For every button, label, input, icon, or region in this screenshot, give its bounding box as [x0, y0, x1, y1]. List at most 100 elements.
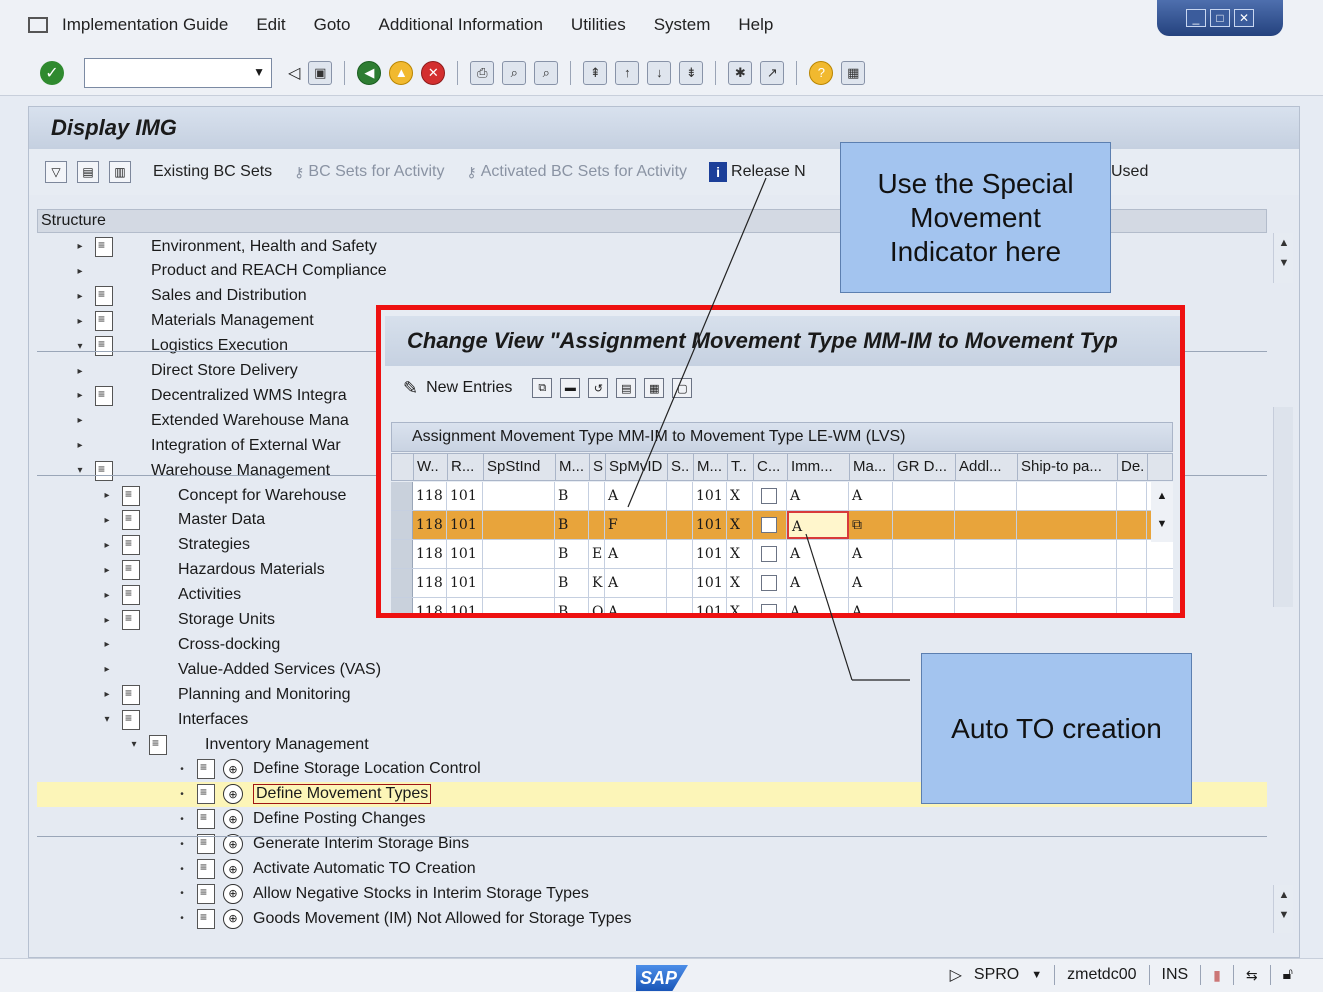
table-cell[interactable]: [667, 511, 693, 539]
minimize-icon[interactable]: _: [1186, 9, 1206, 27]
row-selector[interactable]: [391, 482, 413, 510]
checkbox[interactable]: [761, 517, 777, 533]
tree-node-label[interactable]: Direct Store Delivery: [151, 362, 298, 380]
table-cell[interactable]: E: [589, 540, 605, 568]
documentation-icon[interactable]: [122, 485, 140, 506]
tree-node-label[interactable]: Allow Negative Stocks in Interim Storage…: [253, 885, 589, 903]
table-cell[interactable]: B: [555, 540, 589, 568]
documentation-icon[interactable]: [122, 684, 140, 705]
table-cell[interactable]: [753, 569, 787, 597]
menu-edit[interactable]: Edit: [256, 15, 285, 35]
table-cell[interactable]: 101: [447, 598, 483, 613]
table-cell[interactable]: A: [849, 540, 893, 568]
table-cell[interactable]: 101: [693, 540, 727, 568]
tree-node-label[interactable]: Activate Automatic TO Creation: [253, 860, 476, 878]
documentation-icon[interactable]: [149, 734, 167, 755]
tree-node-label[interactable]: Define Posting Changes: [253, 810, 426, 828]
table-cell[interactable]: X: [727, 598, 753, 613]
table-cell[interactable]: A: [787, 598, 849, 613]
execute-activity-icon[interactable]: ⊕: [223, 834, 243, 855]
tree-node-label[interactable]: Inventory Management: [205, 736, 369, 754]
tree-node-label[interactable]: Interfaces: [178, 711, 248, 729]
table-cell[interactable]: [483, 598, 555, 613]
value-help-icon[interactable]: ⧉: [852, 517, 862, 533]
table-cell[interactable]: 101: [447, 482, 483, 510]
table-cell[interactable]: 118: [413, 598, 447, 613]
documentation-icon[interactable]: [122, 535, 140, 556]
table-cell[interactable]: O: [589, 598, 605, 613]
tree-node-label[interactable]: Warehouse Management: [151, 462, 330, 480]
expand-icon[interactable]: ▸: [75, 266, 85, 277]
scroll-up-icon[interactable]: ▲: [1274, 233, 1294, 253]
find-next-icon[interactable]: ⌕: [534, 60, 559, 85]
documentation-icon[interactable]: [95, 336, 113, 357]
table-row[interactable]: 118 101 B E A 101 X A A: [391, 540, 1173, 569]
table-cell[interactable]: [1017, 482, 1117, 510]
tree-node-label[interactable]: Cross-docking: [178, 636, 280, 654]
table-cell[interactable]: [483, 511, 555, 539]
tree-scrollbar-bottom[interactable]: ▲ ▼: [1273, 885, 1293, 933]
command-field[interactable]: ▼: [84, 57, 272, 88]
table-cell[interactable]: [589, 482, 605, 510]
collapse-icon[interactable]: ▾: [75, 341, 85, 352]
table-cell[interactable]: 101: [447, 540, 483, 568]
tree-node-label[interactable]: Define Storage Location Control: [253, 760, 481, 778]
tree-node-label[interactable]: Decentralized WMS Integra: [151, 387, 347, 405]
tree-node-label[interactable]: Concept for Warehouse: [178, 487, 346, 505]
table-cell[interactable]: A: [849, 569, 893, 597]
scroll-up-icon[interactable]: ▲: [1151, 482, 1173, 510]
menu-implementation-guide[interactable]: Implementation Guide: [62, 15, 228, 35]
tree-node-label[interactable]: Goods Movement (IM) Not Allowed for Stor…: [253, 910, 632, 928]
tree-node[interactable]: • ⊕ Activate Automatic TO Creation: [37, 857, 1267, 882]
table-cell[interactable]: [1017, 540, 1117, 568]
menu-help[interactable]: Help: [738, 15, 773, 35]
checkbox[interactable]: [761, 488, 777, 504]
table-cell[interactable]: F: [605, 511, 667, 539]
tree-node-label[interactable]: Define Movement Types: [253, 784, 432, 805]
deselect-all-icon[interactable]: ▢: [672, 378, 693, 398]
tree-node-label[interactable]: Activities: [178, 586, 241, 604]
scroll-down-icon[interactable]: ▼: [1274, 905, 1294, 925]
tree-scrollbar[interactable]: [1273, 407, 1293, 607]
documentation-icon[interactable]: [122, 610, 140, 630]
tree-node-label[interactable]: Planning and Monitoring: [178, 686, 351, 704]
table-row[interactable]: 118 101 B K A 101 X A A: [391, 569, 1173, 598]
expand-icon[interactable]: ▸: [102, 490, 112, 501]
column-header[interactable]: Ship-to pa...: [1018, 454, 1118, 480]
table-cell[interactable]: B: [555, 482, 589, 510]
tree-node-label[interactable]: Materials Management: [151, 312, 314, 330]
column-header[interactable]: Ma...: [850, 454, 894, 480]
table-cell[interactable]: K: [589, 569, 605, 597]
table-cell[interactable]: [667, 482, 693, 510]
status-expand-icon[interactable]: ▷: [950, 965, 962, 985]
tree-node[interactable]: • ⊕ Define Posting Changes: [37, 807, 1267, 832]
new-entries-button[interactable]: New Entries: [426, 379, 512, 397]
table-cell[interactable]: [483, 482, 555, 510]
tree-node-label[interactable]: Sales and Distribution: [151, 287, 307, 305]
help-icon[interactable]: ?: [809, 60, 834, 85]
select-all-icon[interactable]: ▤: [616, 378, 637, 398]
documentation-icon[interactable]: [122, 560, 140, 581]
table-cell[interactable]: [955, 482, 1017, 510]
table-cell[interactable]: [1117, 569, 1147, 597]
column-header[interactable]: T..: [728, 454, 754, 480]
bc-set-icon[interactable]: ▥: [109, 161, 131, 183]
tree-node-label[interactable]: Extended Warehouse Mana: [151, 412, 349, 430]
table-cell[interactable]: A: [605, 569, 667, 597]
expand-icon[interactable]: ▸: [75, 415, 85, 426]
tree-node-label[interactable]: Storage Units: [178, 611, 275, 629]
scroll-up-icon[interactable]: ▲: [1274, 885, 1294, 905]
tree-scrollbar-top[interactable]: ▲ ▼: [1273, 233, 1293, 283]
previous-page-icon[interactable]: ↑: [615, 60, 640, 85]
table-cell[interactable]: 118: [413, 569, 447, 597]
column-header[interactable]: Addl...: [956, 454, 1018, 480]
table-cell[interactable]: 101: [447, 511, 483, 539]
chevron-down-icon[interactable]: ▼: [253, 65, 265, 79]
table-cell[interactable]: [589, 511, 605, 539]
chevron-down-icon[interactable]: ▼: [1031, 969, 1042, 981]
row-selector[interactable]: [391, 569, 413, 597]
row-selector[interactable]: [391, 540, 413, 568]
table-cell[interactable]: 101: [693, 598, 727, 613]
column-header[interactable]: GR D...: [894, 454, 956, 480]
column-header[interactable]: S..: [668, 454, 694, 480]
